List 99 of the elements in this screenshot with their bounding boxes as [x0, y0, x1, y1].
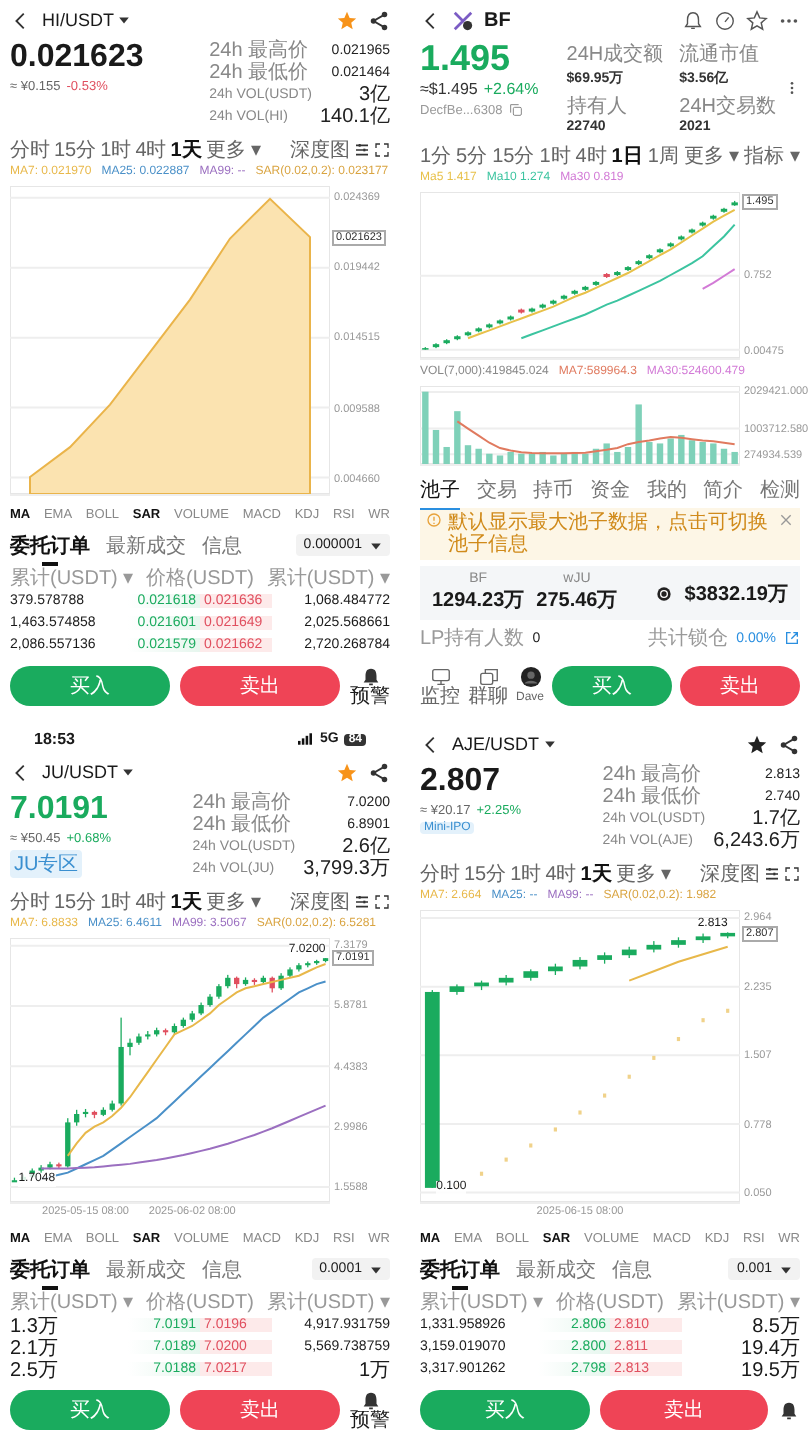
last-price: 2.807	[420, 764, 501, 800]
timeframe-tab[interactable]: 指标 ▾	[744, 142, 800, 170]
buy-button[interactable]: 买入	[10, 1390, 170, 1430]
timeframe-tab[interactable]: 1天	[170, 888, 202, 916]
depth-chart-tab[interactable]: 深度图	[290, 136, 350, 164]
timeframe-tab[interactable]: 1时	[100, 136, 132, 164]
timeframe-tab[interactable]: 15分	[54, 136, 97, 164]
sell-button[interactable]: 卖出	[599, 1390, 768, 1430]
timeframe-tab[interactable]: 1天	[170, 136, 202, 164]
timeframe-tab[interactable]: 1分	[420, 142, 452, 170]
stat-value: 2.6亿	[340, 836, 390, 858]
timeframe-tab[interactable]: 1日	[611, 142, 643, 170]
section-tab[interactable]: 资金	[589, 476, 630, 504]
stat-label: 24h 最低价	[209, 62, 311, 84]
order-tab[interactable]: 最新成交	[106, 531, 186, 559]
buy-button[interactable]: 买入	[552, 666, 673, 706]
order-tab[interactable]: 信息	[612, 1255, 652, 1283]
table-cell-text: 19.4万	[739, 1335, 800, 1361]
stat-label: 流通市值	[679, 41, 762, 68]
table-cell-text: 1.3万	[10, 1313, 60, 1339]
order-tab[interactable]: 信息	[202, 531, 242, 559]
buy-button[interactable]: 买入	[420, 1390, 589, 1430]
timeframe-tab[interactable]: 1周	[647, 142, 679, 170]
section-tab[interactable]: 持币	[533, 476, 574, 504]
timeframe-tab[interactable]: 更多 ▾	[205, 888, 262, 916]
timeframe-tab[interactable]: 15分	[464, 860, 507, 888]
price-change: +2.64%	[483, 80, 539, 98]
order-tab[interactable]: 信息	[202, 1255, 242, 1283]
timeframe-tab[interactable]: 分时	[420, 860, 460, 888]
stat-label: 24h 最低价	[602, 786, 704, 808]
timeframe-tab[interactable]: 1时	[100, 888, 132, 916]
table-cell-text: 8.5万	[750, 1313, 800, 1339]
timeframe-tab[interactable]: 15分	[492, 142, 535, 170]
section-tab[interactable]: 池子	[420, 476, 460, 504]
section-tab[interactable]: 检测	[759, 476, 800, 504]
column-header[interactable]: 价格(USDT)	[546, 1287, 674, 1315]
pool-amount: 1294.23万	[432, 588, 525, 614]
timeframe-tab[interactable]: 更多 ▾	[615, 860, 672, 888]
timeframe-tab[interactable]: 15分	[54, 888, 97, 916]
sell-button[interactable]: 卖出	[680, 666, 801, 706]
stat-value: 6,243.6万	[713, 830, 800, 852]
timeframe-tab[interactable]: 1时	[510, 860, 542, 888]
buy-button[interactable]: 买入	[10, 666, 170, 706]
stat-label: 持有人	[566, 93, 629, 120]
stat-label: 24H成交额	[566, 41, 664, 68]
timeframe-tab[interactable]: 4时	[135, 136, 167, 164]
pair-selector[interactable]: HI/USDT	[42, 10, 130, 30]
timeframe-tab[interactable]: 分时	[10, 888, 50, 916]
timeframe-tab[interactable]: 分时	[10, 136, 50, 164]
pair-selector[interactable]: JU/USDT	[42, 762, 134, 782]
column-header[interactable]: 价格(USDT)	[136, 563, 264, 591]
table-cell-text: 19.5万	[739, 1357, 800, 1383]
timeframe-tab[interactable]: 更多 ▾	[205, 136, 262, 164]
stat-label: 24h 最高价	[602, 764, 704, 786]
timeframe-tab[interactable]: 4时	[135, 888, 167, 916]
depth-chart-tab[interactable]: 深度图	[700, 860, 760, 888]
depth-chart-tab[interactable]: 深度图	[290, 888, 350, 916]
status-time: 18:53	[34, 730, 75, 748]
last-price: 0.021623	[10, 40, 144, 76]
token-symbol: BF	[484, 9, 511, 31]
section-tab[interactable]: 交易	[476, 476, 517, 504]
toolbar-button[interactable]: 群聊	[468, 665, 508, 707]
notice-text: 默认显示最大池子数据，点击可切换池子信息	[448, 512, 770, 556]
fiat-price: ≈$1.495	[420, 80, 478, 98]
timeframe-tab[interactable]: 1时	[539, 142, 571, 170]
pair-selector[interactable]: AJE/USDT	[452, 734, 556, 754]
sell-button[interactable]: 卖出	[180, 666, 340, 706]
stat-label: 24H交易数	[679, 93, 776, 120]
order-tab[interactable]: 最新成交	[516, 1255, 596, 1283]
stat-label: 24h 最高价	[192, 792, 294, 814]
timeframe-tab[interactable]: 更多 ▾	[683, 142, 740, 170]
alert-label[interactable]: 预警	[350, 687, 390, 707]
order-tab[interactable]: 最新成交	[106, 1255, 186, 1283]
lock-label: 共计锁仓	[648, 625, 729, 652]
timeframe-tab[interactable]: 1天	[580, 860, 612, 888]
pool-amount: 275.46万	[536, 588, 618, 614]
sell-button[interactable]: 卖出	[180, 1390, 340, 1430]
stat-value: 3亿	[356, 84, 390, 106]
section-tab[interactable]: 我的	[646, 476, 687, 504]
last-price: 1.495	[420, 40, 511, 76]
pool-value: $3832.19万	[684, 581, 788, 607]
toolbar-button[interactable]: 监控	[420, 665, 460, 707]
table-cell-text: 2.1万	[10, 1335, 60, 1361]
timeframe-tab[interactable]: 4时	[545, 860, 577, 888]
alert-label[interactable]: 预警	[350, 1411, 390, 1431]
table-cell-text: 1万	[356, 1357, 390, 1383]
stat-label: 24h 最低价	[192, 814, 294, 836]
section-tab[interactable]: 简介	[703, 476, 744, 504]
timeframe-tab[interactable]: 5分	[456, 142, 488, 170]
stat-label: 24h 最高价	[209, 40, 311, 62]
table-cell-text: 2.5万	[10, 1357, 60, 1383]
stat-value: 140.1亿	[319, 106, 390, 128]
column-header[interactable]: 价格(USDT)	[136, 1287, 264, 1315]
last-price: 7.0191	[10, 792, 108, 828]
timeframe-tab[interactable]: 4时	[575, 142, 607, 170]
zone-tag: JU专区	[10, 850, 83, 878]
lp-label: LP持有人数	[420, 625, 525, 652]
stat-value: 1.7亿	[750, 808, 800, 830]
stat-value: 3,799.3万	[303, 858, 390, 880]
